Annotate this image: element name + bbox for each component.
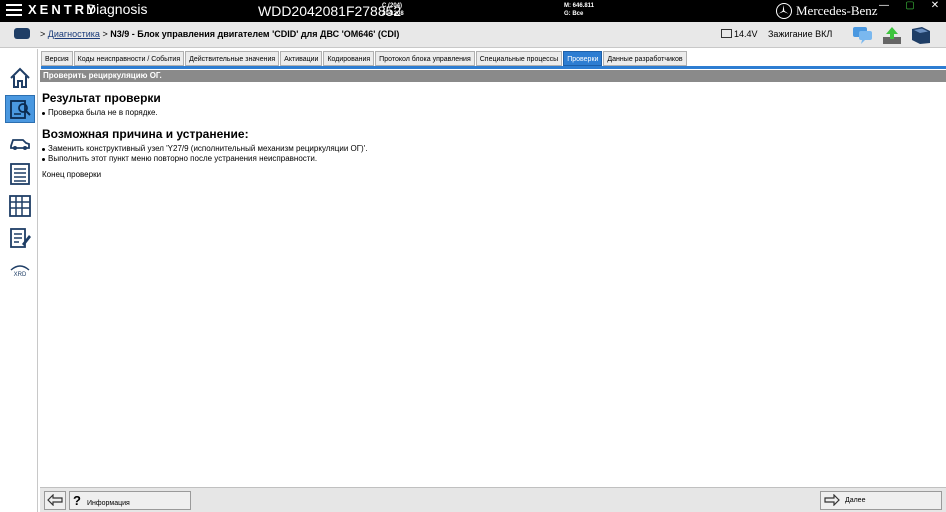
cause-heading: Возможная причина и устранение: <box>42 127 249 141</box>
upload-icon[interactable] <box>881 25 903 45</box>
tab-actual-values[interactable]: Действительные значения <box>185 51 280 66</box>
report-edit-icon <box>10 228 31 248</box>
xrd-label: XRD <box>13 272 27 278</box>
manual-book-icon[interactable] <box>910 25 932 45</box>
sidebar: XRD <box>0 49 38 512</box>
minimize-icon[interactable]: — <box>870 0 898 14</box>
xrd-icon <box>10 265 30 271</box>
tab-activations[interactable]: Активации <box>280 51 323 66</box>
help-icon: ? <box>73 493 81 508</box>
maximize-icon[interactable]: ▢ <box>896 0 924 14</box>
arrow-right-icon <box>824 494 840 507</box>
tab-special-procedures[interactable]: Специальные процессы <box>475 51 563 66</box>
mileage-info: M: 646.811 G: Все <box>564 2 594 18</box>
back-button[interactable] <box>44 491 66 510</box>
model-info: C (204) 204.208 <box>382 2 404 18</box>
cause-item: Выполнить этот пункт меню повторно после… <box>42 154 932 164</box>
tab-checks[interactable]: Проверки <box>563 51 603 66</box>
sidebar-grid[interactable] <box>5 192 35 220</box>
sidebar-vehicle[interactable] <box>5 129 35 157</box>
result-item: Проверка была не в порядке. <box>42 108 932 118</box>
mileage-line-1: M: 646.811 <box>564 3 595 9</box>
breadcrumb-link-diagnostics[interactable]: Диагностика <box>48 29 100 39</box>
tab-version[interactable]: Версия <box>41 51 73 66</box>
mileage-line-2: G: Все <box>564 11 584 17</box>
cause-item: Заменить конструктивный узел 'Y27/9 (исп… <box>42 144 932 154</box>
car-icon <box>10 139 30 150</box>
list-icon <box>10 163 30 185</box>
grid-icon <box>9 195 31 217</box>
sidebar-xrd[interactable]: XRD <box>5 256 35 284</box>
tab-developer-data[interactable]: Данные разработчиков <box>603 51 687 66</box>
diagnosis-icon <box>10 100 31 119</box>
main-content: Результат проверки Проверка была не в по… <box>42 91 932 179</box>
info-label: Информация <box>86 500 130 507</box>
tab-coding[interactable]: Кодирования <box>323 51 375 66</box>
sidebar-home[interactable] <box>5 64 35 92</box>
vehicle-icon[interactable] <box>14 28 30 39</box>
ignition-status: Зажигание ВКЛ <box>768 29 833 39</box>
sidebar-list[interactable] <box>5 160 35 188</box>
title-bar: XENTRY Diagnosis WDD2042081F278852 C (20… <box>0 0 946 22</box>
next-label: Далее <box>844 497 866 504</box>
app-name: Diagnosis <box>86 1 148 17</box>
section-title: Проверить рециркуляцию ОГ. <box>40 70 946 82</box>
close-icon[interactable]: ✕ <box>921 0 946 14</box>
tab-fault-codes[interactable]: Коды неисправности / События <box>73 51 185 66</box>
sidebar-diagnosis[interactable] <box>5 95 35 123</box>
sidebar-report[interactable] <box>5 224 35 252</box>
info-button[interactable]: ? Информация <box>69 491 191 510</box>
mercedes-star-icon <box>776 3 792 19</box>
home-icon <box>10 67 30 88</box>
result-heading: Результат проверки <box>42 91 161 105</box>
tab-control-unit-log[interactable]: Протокол блока управления <box>375 51 475 66</box>
chat-icon[interactable] <box>852 25 874 45</box>
breadcrumb: > Диагностика > N3/9 - Блок управления д… <box>40 29 400 39</box>
model-line-1: C (204) <box>382 3 403 9</box>
arrow-left-icon <box>47 494 63 507</box>
menu-icon[interactable] <box>6 4 22 17</box>
battery-icon <box>721 29 732 38</box>
footer-bar: ? Информация Далее <box>40 487 946 512</box>
model-line-2: 204.208 <box>382 11 404 17</box>
header-bar: > Диагностика > N3/9 - Блок управления д… <box>0 22 946 48</box>
battery-voltage: 14.4V <box>734 29 758 39</box>
tab-underline <box>41 66 946 69</box>
maker-name: Mercedes-Benz <box>796 3 878 18</box>
end-text: Конец проверки <box>42 170 102 179</box>
tab-bar: Версия Коды неисправности / События Дейс… <box>41 51 688 67</box>
vin-number: WDD2042081F278852 <box>258 3 402 19</box>
breadcrumb-current: N3/9 - Блок управления двигателем 'CDID'… <box>110 29 400 39</box>
next-button[interactable]: Далее <box>820 491 942 510</box>
